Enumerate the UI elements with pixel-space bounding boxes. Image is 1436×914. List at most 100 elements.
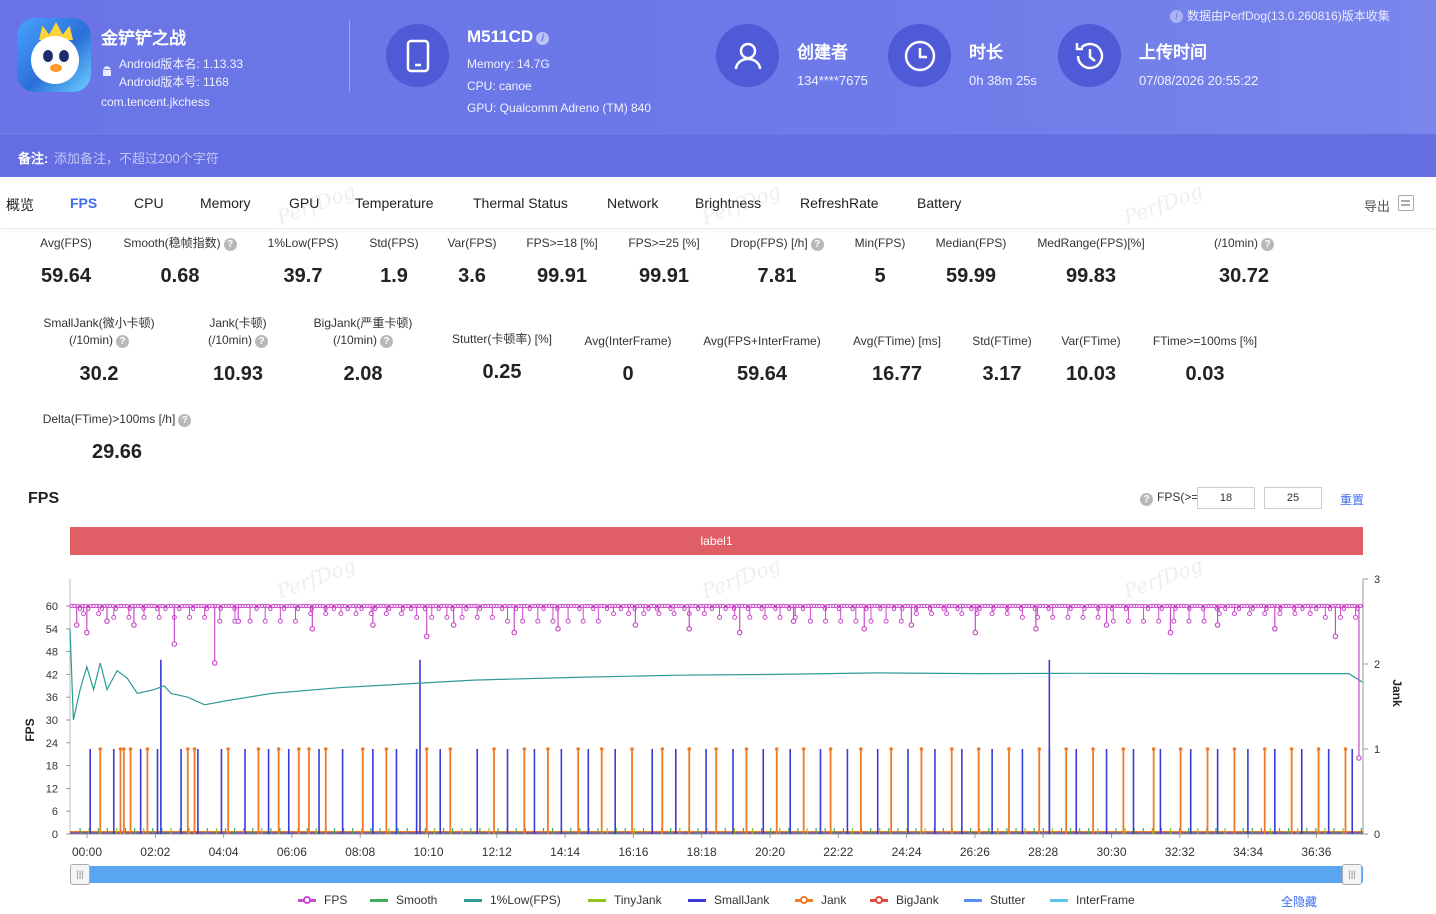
time-range-slider[interactable] <box>70 866 1363 883</box>
fps-dip-point <box>505 618 511 624</box>
tab-memory[interactable]: Memory <box>200 195 251 211</box>
jank-point <box>118 747 123 751</box>
metric-label: Std(FTime) <box>972 334 1032 348</box>
metric-delta-ftime: Delta(FTime)>100ms [/h]? 29.66 <box>36 411 198 464</box>
info-icon[interactable]: i <box>536 32 550 45</box>
remark-bar[interactable]: 备注: 添加备注，不超过200个字符 <box>0 133 1436 177</box>
legend-item[interactable]: SmallJank <box>688 893 769 907</box>
tab-refreshrate[interactable]: RefreshRate <box>800 195 879 211</box>
fps-point <box>177 606 182 612</box>
export-icon[interactable] <box>1398 195 1414 211</box>
help-icon[interactable]: ? <box>116 335 129 348</box>
tab-network[interactable]: Network <box>607 195 658 211</box>
duration-title: 时长 <box>969 43 1003 62</box>
legend-swatch <box>370 899 388 903</box>
fps-dip-point <box>611 611 617 617</box>
fps-dip-point <box>73 622 80 628</box>
legend-item[interactable]: FPS <box>298 893 347 907</box>
fps-point <box>155 606 160 612</box>
slider-handle-right[interactable]: ||| <box>1342 864 1362 885</box>
fps-point <box>331 606 336 612</box>
metric-label: Avg(FPS) <box>40 236 92 250</box>
fps-dip-point <box>580 618 586 624</box>
legend-item[interactable]: Jank <box>795 893 846 907</box>
fps-threshold-input-2[interactable] <box>1264 487 1322 509</box>
fps-point <box>602 603 607 609</box>
tab-brightness[interactable]: Brightness <box>695 195 761 211</box>
legend-swatch <box>464 899 482 903</box>
fps-point <box>742 603 748 609</box>
fps-point <box>1016 603 1021 609</box>
legend-item[interactable]: InterFrame <box>1050 893 1135 907</box>
export-button[interactable]: 导出 <box>1364 196 1390 215</box>
help-icon[interactable]: ? <box>1140 493 1153 506</box>
fps-point <box>834 603 839 609</box>
jank-point <box>919 747 924 751</box>
fps-point <box>911 603 916 609</box>
jank-point <box>630 747 634 751</box>
metric-value: 5 <box>874 265 886 287</box>
help-icon[interactable]: ? <box>380 335 393 348</box>
tab-overview[interactable]: 概览 <box>6 195 34 215</box>
metric-var-ftime: Var(FTime) 10.03 <box>1052 333 1130 386</box>
fps-point <box>820 603 825 609</box>
fps-point <box>651 603 657 609</box>
device-memory: Memory: 14.7G <box>467 57 550 71</box>
fps-dip-point <box>84 629 90 636</box>
legend-item[interactable]: TinyJank <box>588 893 662 907</box>
y2-tick-label: 1 <box>1374 744 1380 756</box>
fps-dip-point <box>1322 614 1328 620</box>
help-icon[interactable]: ? <box>810 238 824 251</box>
label-band[interactable]: label1 <box>70 527 1363 555</box>
help-icon[interactable]: ? <box>255 335 268 348</box>
fps-dip-point <box>202 614 208 620</box>
slider-handle-left[interactable]: ||| <box>70 864 90 885</box>
device-gpu: GPU: Qualcomm Adreno (TM) 840 <box>467 101 652 115</box>
fps-dip-point <box>1019 614 1025 620</box>
metric-label: Median(FPS) <box>935 236 1007 250</box>
help-icon[interactable]: ? <box>1261 238 1274 251</box>
device-cpu: CPU: canoe <box>467 79 532 93</box>
legend-item[interactable]: Stutter <box>964 893 1025 907</box>
tab-thermal-status[interactable]: Thermal Status <box>473 195 568 211</box>
tab-temperature[interactable]: Temperature <box>355 195 434 211</box>
fps-point <box>99 606 105 612</box>
help-icon[interactable]: ? <box>223 238 237 251</box>
metric-value: 0.68 <box>160 265 200 287</box>
metric-value: 59.64 <box>736 363 788 385</box>
app-version: Android版本名: 1.13.33 Android版本号: 1168 <box>119 55 243 91</box>
fps-point <box>1289 603 1294 609</box>
metric-jank: Jank(卡顿) (/10min)? 10.93 <box>190 315 286 386</box>
fps-chart[interactable]: 061218243036424854600123FPSJank00:00 02:0… <box>0 560 1436 860</box>
tab-battery[interactable]: Battery <box>917 195 961 211</box>
jank-point <box>1205 747 1210 751</box>
fps-point <box>373 606 378 612</box>
jank-point <box>1232 747 1237 751</box>
fps-point <box>1029 603 1035 609</box>
legend-item[interactable]: Smooth <box>370 893 437 907</box>
help-icon[interactable]: ? <box>178 414 192 427</box>
legend-label: BigJank <box>896 893 939 907</box>
metric-value: 59.64 <box>40 265 92 287</box>
fps-threshold-input-1[interactable] <box>1197 487 1255 509</box>
fps-dip-point <box>550 618 556 624</box>
app-package: com.tencent.jkchess <box>101 95 210 109</box>
metric-value: 0.03 <box>1185 363 1225 385</box>
fps-dip-point <box>383 611 389 617</box>
tab-cpu[interactable]: CPU <box>134 195 164 211</box>
jank-point <box>1151 747 1156 751</box>
reset-button[interactable]: 重置 <box>1340 491 1364 508</box>
tab-gpu[interactable]: GPU <box>289 195 319 211</box>
fps-dip-point <box>141 614 147 620</box>
hide-all-button[interactable]: 全隐藏 <box>1281 893 1317 910</box>
jank-point <box>1121 747 1126 751</box>
x-tick-label: 34:34 <box>1233 845 1263 859</box>
legend-item[interactable]: BigJank <box>870 893 939 907</box>
fps-dip-point <box>823 618 829 624</box>
legend-item[interactable]: 1%Low(FPS) <box>464 893 561 907</box>
remark-input[interactable]: 添加备注，不超过200个字符 <box>54 148 219 167</box>
fps-point <box>282 606 287 612</box>
metric-value: 3.6 <box>458 265 486 287</box>
tab-fps[interactable]: FPS <box>70 195 97 211</box>
fps-point <box>1220 603 1225 609</box>
